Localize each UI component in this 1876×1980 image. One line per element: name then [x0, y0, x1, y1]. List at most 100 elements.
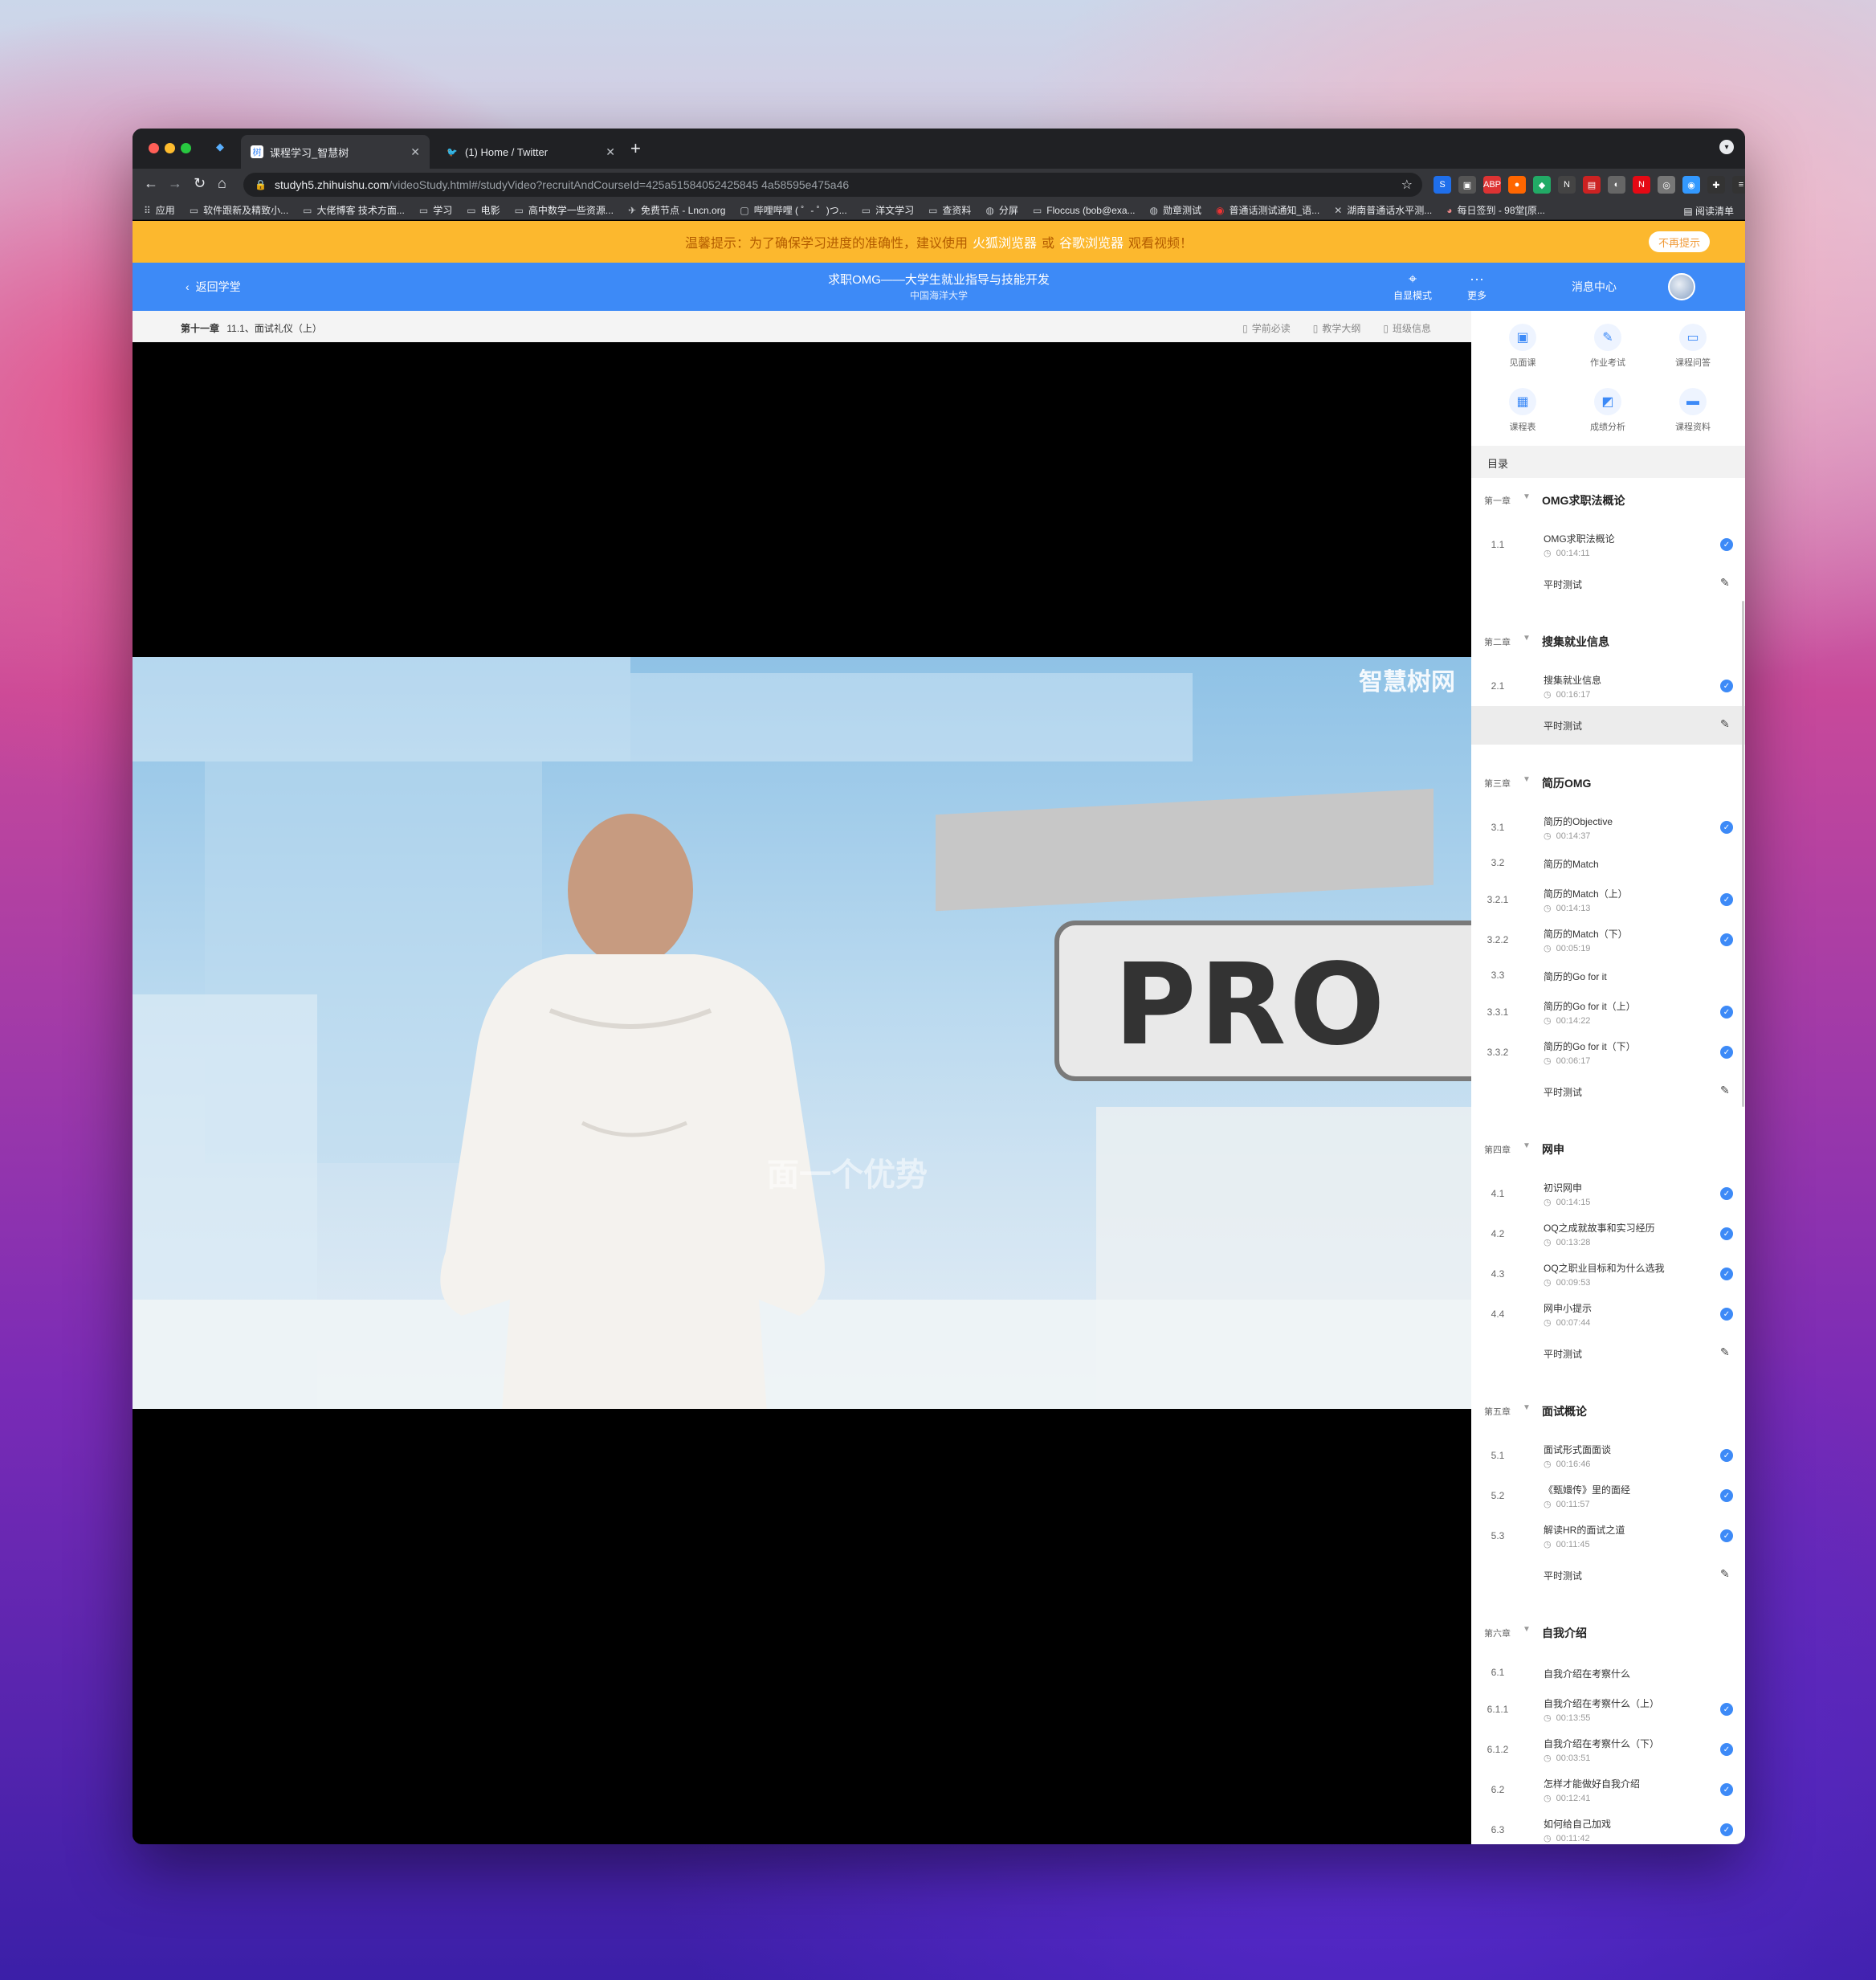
forward-arrow-icon[interactable]: → [168, 175, 182, 192]
bookmark-item[interactable]: ▢ 哔哩哔哩 ( ゜- ゜)つ... [740, 203, 846, 217]
avatar[interactable] [1668, 273, 1695, 300]
message-center-link[interactable]: 消息中心 [1572, 279, 1617, 295]
address-bar[interactable]: 🔒 studyh5.zhihuishu.com /videoStudy.html… [243, 173, 1422, 197]
reading-queue-icon[interactable]: ≡ [1732, 176, 1745, 194]
caret-down-icon[interactable]: ▼ [1523, 1625, 1531, 1634]
homework-exam-button[interactable]: ✎ 作业考试 [1576, 324, 1640, 369]
toc-lesson[interactable]: 4.4 网申小提示 ◷ 00:07:44 ✓ [1471, 1294, 1745, 1334]
bookmark-item[interactable]: ◍ 分屏 [985, 203, 1018, 217]
toc-quiz[interactable]: 平时测试 ✎ [1471, 706, 1745, 745]
toc-quiz[interactable]: 平时测试 ✎ [1471, 1334, 1745, 1373]
bookmark-item[interactable]: ▭ 软件跟新及精致小... [190, 203, 288, 217]
grade-analysis-button[interactable]: ◩ 成绩分析 [1576, 388, 1640, 433]
bookmark-item[interactable]: ◉ 普通话测试通知_语... [1216, 203, 1319, 217]
toc-chapter[interactable]: 第三章 ▼ 简历OMG [1471, 761, 1745, 807]
video-frame[interactable]: PRO 面一个优势 智慧树网 [133, 657, 1471, 1409]
toc-lesson[interactable]: 3.2.1 简历的Match（上） ◷ 00:14:13 ✓ [1471, 880, 1745, 920]
toc-lesson[interactable]: 1.1 OMG求职法概论 ◷ 00:14:11 ✓ [1471, 525, 1745, 565]
focus-mode-button[interactable]: ⌖ 自显模式 [1393, 269, 1432, 302]
toc-lesson[interactable]: 5.1 面试形式面面谈 ◷ 00:16:46 ✓ [1471, 1435, 1745, 1476]
dismiss-notice-button[interactable]: 不再提示 [1648, 231, 1710, 252]
bookmark-item[interactable]: ▭ 高中数学一些资源... [515, 203, 614, 217]
bookmark-item[interactable]: ◍ 勋章测试 [1150, 203, 1202, 217]
tab-close-icon[interactable]: ✕ [606, 145, 615, 159]
tab-search-icon[interactable]: ▾ [1719, 140, 1734, 154]
extension-orange-icon[interactable]: ● [1508, 176, 1526, 194]
toc-lesson[interactable]: 3.2 简历的Match [1471, 847, 1745, 880]
bookmark-item[interactable]: ▭ 电影 [467, 203, 500, 217]
home-icon[interactable]: ⌂ [218, 175, 226, 192]
netflix-icon[interactable]: N [1633, 176, 1650, 194]
extension-blue-icon[interactable]: ◉ [1682, 176, 1700, 194]
toc-lesson[interactable]: 4.3 OQ之职业目标和为什么选我 ◷ 00:09:53 ✓ [1471, 1254, 1745, 1294]
video-player[interactable]: PRO 面一个优势 智慧树网 [133, 342, 1471, 1844]
toc-lesson[interactable]: 4.2 OQ之成就故事和实习经历 ◷ 00:13:28 ✓ [1471, 1214, 1745, 1254]
close-window-button[interactable] [149, 143, 159, 153]
tab-close-icon[interactable]: ✕ [410, 145, 420, 159]
toc-quiz[interactable]: 平时测试 ✎ [1471, 565, 1745, 603]
bookmark-item[interactable]: ▭ 洋文学习 [862, 203, 914, 217]
notion-icon[interactable]: N [1558, 176, 1576, 194]
bookmark-star-icon[interactable]: ☆ [1401, 177, 1413, 193]
toc-lesson[interactable]: 6.1.2 自我介绍在考察什么（下） ◷ 00:03:51 ✓ [1471, 1729, 1745, 1770]
toc-chapter[interactable]: 第四章 ▼ 网申 [1471, 1127, 1745, 1174]
maximize-window-button[interactable] [181, 143, 191, 153]
extension-red-icon[interactable]: ▤ [1583, 176, 1601, 194]
caret-down-icon[interactable]: ▼ [1523, 1141, 1531, 1150]
pre-study-link[interactable]: ▯ 学前必读 [1242, 321, 1291, 335]
toc-lesson[interactable]: 6.1.1 自我介绍在考察什么（上） ◷ 00:13:55 ✓ [1471, 1689, 1745, 1729]
sidebar-scrollbar[interactable] [1742, 601, 1744, 1107]
toc-chapter[interactable]: 第五章 ▼ 面试概论 [1471, 1389, 1745, 1435]
extension-screen-icon[interactable]: ▣ [1458, 176, 1476, 194]
firefox-link[interactable]: 火狐浏览器 [973, 232, 1037, 251]
bookmark-item[interactable]: ▭ 查资料 [928, 203, 971, 217]
minimize-window-button[interactable] [165, 143, 175, 153]
reading-list-button[interactable]: ▤ 阅读清单 [1683, 204, 1734, 218]
bookmark-item[interactable]: ▭ 学习 [419, 203, 452, 217]
toc-lesson[interactable]: 3.2.2 简历的Match（下） ◷ 00:05:19 ✓ [1471, 920, 1745, 960]
caret-down-icon[interactable]: ▼ [1523, 775, 1531, 784]
toc-lesson[interactable]: 4.1 初识网申 ◷ 00:14:15 ✓ [1471, 1174, 1745, 1214]
toc-chapter[interactable]: 第六章 ▼ 自我介绍 [1471, 1611, 1745, 1657]
bookmark-item[interactable]: ◕ 每日签到 - 98堂[原... [1446, 203, 1545, 217]
syllabus-link[interactable]: ▯ 教学大纲 [1313, 321, 1361, 335]
toc-chapter[interactable]: 第二章 ▼ 搜集就业信息 [1471, 619, 1745, 666]
toc-lesson[interactable]: 5.2 《甄嬛传》里的面经 ◷ 00:11:57 ✓ [1471, 1476, 1745, 1516]
extension-globe-icon[interactable]: ◎ [1658, 176, 1675, 194]
toc-quiz[interactable]: 平时测试 ✎ [1471, 1556, 1745, 1594]
caret-down-icon[interactable]: ▼ [1523, 492, 1531, 501]
caret-down-icon[interactable]: ▼ [1523, 1403, 1531, 1412]
toc-lesson[interactable]: 5.3 解读HR的面试之道 ◷ 00:11:45 ✓ [1471, 1516, 1745, 1556]
pinned-tab-icon[interactable]: ◆ [216, 141, 227, 153]
tab-twitter[interactable]: 🐦 (1) Home / Twitter ✕ [436, 135, 625, 169]
toc-lesson[interactable]: 3.1 简历的Objective ◷ 00:14:37 ✓ [1471, 807, 1745, 847]
toc-lesson[interactable]: 3.3.2 简历的Go for it（下） ◷ 00:06:17 ✓ [1471, 1032, 1745, 1072]
meeting-class-button[interactable]: ▣ 见面课 [1491, 324, 1555, 369]
class-info-link[interactable]: ▯ 班级信息 [1383, 321, 1431, 335]
bookmark-item[interactable]: ▭ Floccus (bob@exa... [1033, 205, 1136, 216]
adblock-icon[interactable]: ABP [1483, 176, 1501, 194]
toc-lesson[interactable]: 3.3.1 简历的Go for it（上） ◷ 00:14:22 ✓ [1471, 992, 1745, 1032]
tab-zhihuishu[interactable]: 树 课程学习_智慧树 ✕ [241, 135, 430, 169]
extension-s-icon[interactable]: S [1434, 176, 1451, 194]
puzzle-extensions-icon[interactable]: ✚ [1707, 176, 1725, 194]
toc-lesson[interactable]: 6.3 如何给自己加戏 ◷ 00:11:42 ✓ [1471, 1810, 1745, 1844]
toc-lesson[interactable]: 6.1 自我介绍在考察什么 [1471, 1657, 1745, 1689]
toc-lesson[interactable]: 2.1 搜集就业信息 ◷ 00:16:17 ✓ [1471, 666, 1745, 706]
bookmark-item[interactable]: ⠿ 应用 [144, 203, 175, 217]
more-button[interactable]: ··· 更多 [1467, 269, 1487, 302]
bookmark-item[interactable]: ✈ 免费节点 - Lncn.org [628, 203, 725, 217]
toc-lesson[interactable]: 3.3 简历的Go for it [1471, 960, 1745, 992]
course-qa-button[interactable]: ▭ 课程问答 [1661, 324, 1725, 369]
course-materials-button[interactable]: ▬ 课程资料 [1661, 388, 1725, 433]
new-tab-button[interactable]: + [630, 138, 641, 159]
schedule-button[interactable]: ▦ 课程表 [1491, 388, 1555, 433]
toc-lesson[interactable]: 6.2 怎样才能做好自我介绍 ◷ 00:12:41 ✓ [1471, 1770, 1745, 1810]
extension-gray-icon[interactable]: ◐ [1608, 176, 1625, 194]
chrome-link[interactable]: 谷歌浏览器 [1059, 232, 1124, 251]
reload-icon[interactable]: ↻ [194, 175, 206, 192]
bookmark-item[interactable]: ✕ 湖南普通话水平测... [1334, 203, 1432, 217]
back-arrow-icon[interactable]: ← [144, 175, 158, 192]
toc-quiz[interactable]: 平时测试 ✎ [1471, 1072, 1745, 1111]
bookmark-item[interactable]: ▭ 大佬博客 技术方面... [303, 203, 405, 217]
